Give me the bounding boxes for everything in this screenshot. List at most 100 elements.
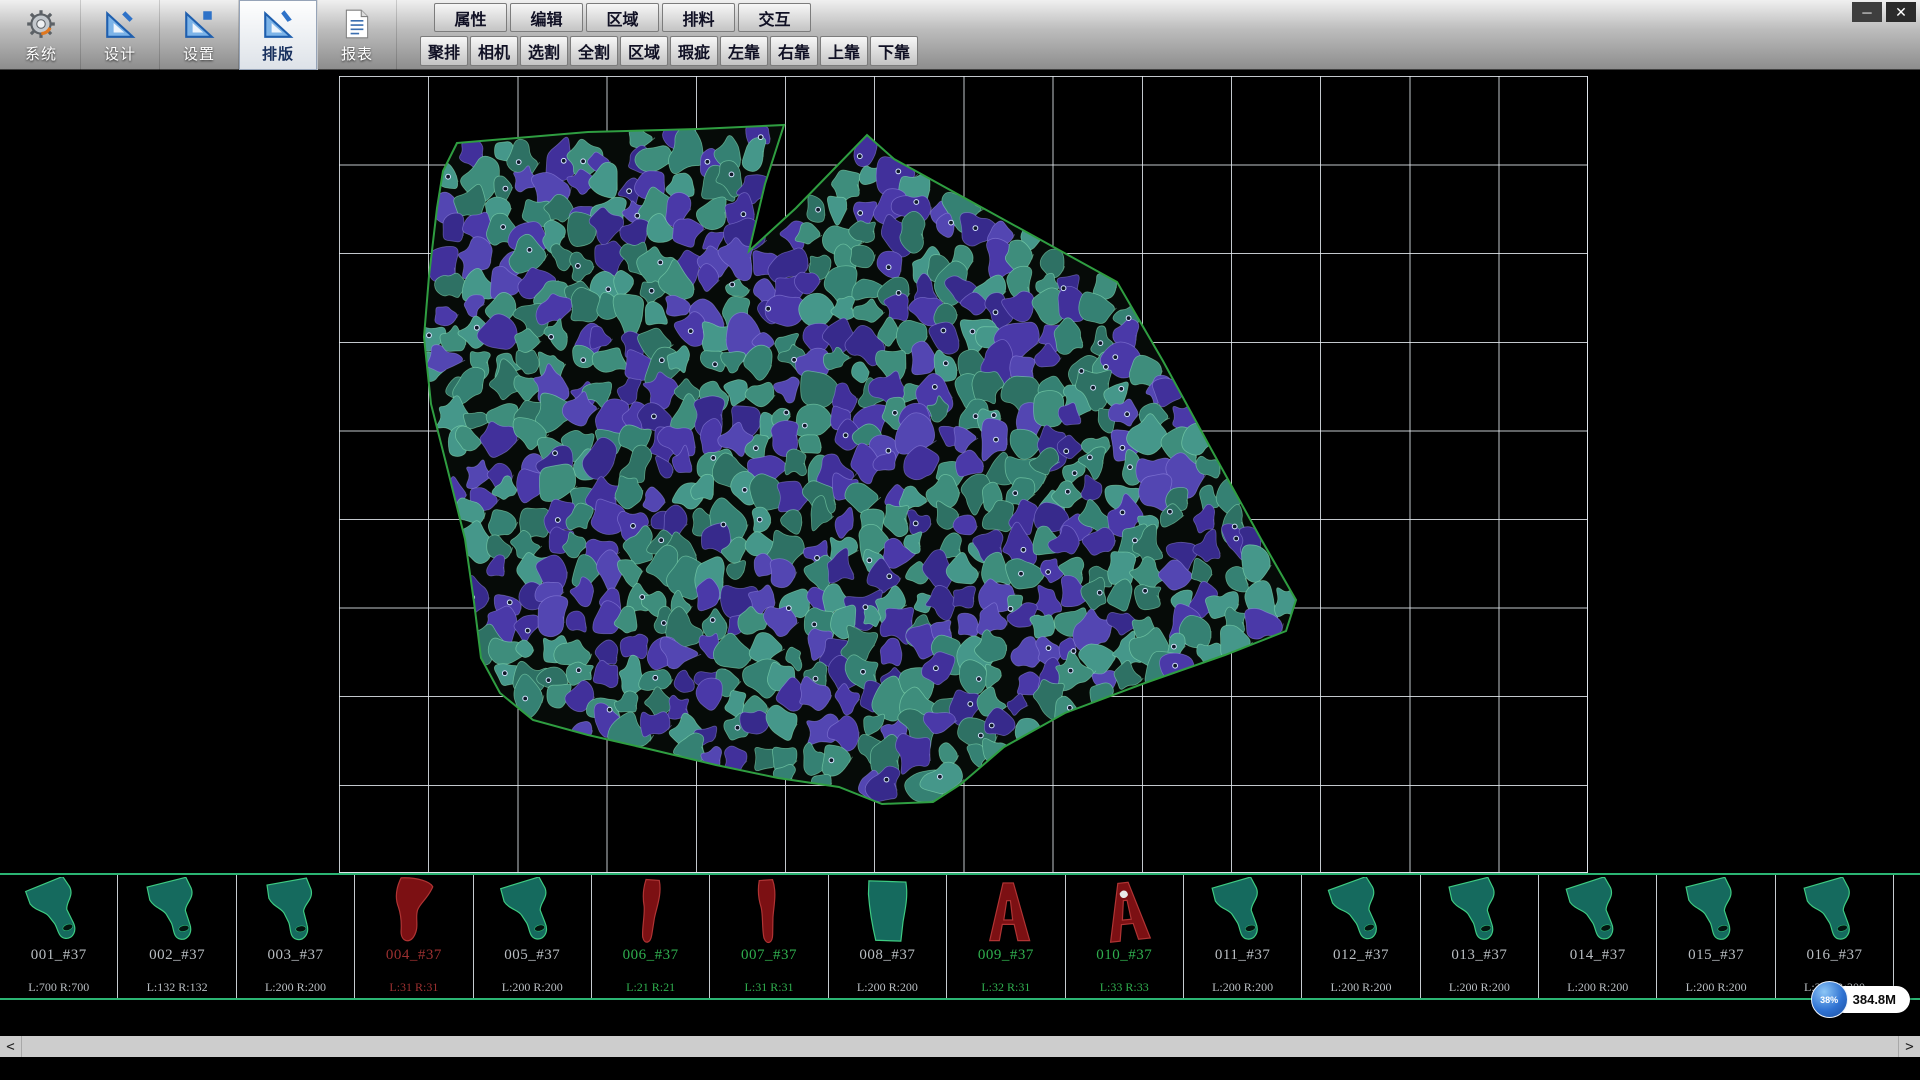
piece-name: 008_#37	[829, 947, 946, 964]
piece-lr-count: L:33 R:33	[1066, 980, 1183, 995]
piece-shape-strip	[721, 877, 817, 951]
piece-name: 004_#37	[355, 947, 472, 964]
action-button-6[interactable]: 左靠	[720, 36, 768, 66]
piece-shape-boot	[1787, 877, 1883, 951]
piece-shape-boot	[1431, 877, 1527, 951]
piece-shape-boot	[1668, 877, 1764, 951]
piece-shape-curve	[366, 877, 462, 951]
scroll-right-arrow-icon[interactable]: >	[1898, 1036, 1920, 1057]
piece-name: 013_#37	[1421, 947, 1538, 964]
toolbar-report-document-button[interactable]: 报表	[318, 0, 397, 70]
minimize-button[interactable]: ─	[1852, 2, 1882, 22]
menu-tab-2[interactable]: 区域	[586, 3, 659, 32]
action-button-8[interactable]: 上靠	[820, 36, 868, 66]
system-gear-icon	[24, 7, 58, 41]
piece-lr-count: L:31 R:31	[710, 980, 827, 995]
piece-name: 016_#37	[1776, 947, 1893, 964]
piece-thumbnail[interactable]: 014_#37 L:200 R:200	[1539, 875, 1657, 998]
piece-lr-count: L:200 R:200	[1302, 980, 1419, 995]
piece-thumbnail[interactable]: 011_#37L:200 R:200	[1184, 875, 1302, 998]
piece-thumbnail[interactable]: 015_#37L:200 R:200	[1657, 875, 1775, 998]
piece-name: 014_#37	[1539, 947, 1656, 964]
design-ruler-icon	[103, 7, 137, 41]
piece-shape-boot	[1195, 877, 1291, 951]
nesting-canvas[interactable]	[0, 71, 1920, 873]
piece-thumbnail[interactable]: 013_#37 L:200 R:200	[1421, 875, 1539, 998]
piece-shape-boot	[1313, 877, 1409, 951]
horizontal-scrollbar[interactable]: < >	[0, 1036, 1920, 1057]
piece-name: 015_#37	[1657, 947, 1774, 964]
action-button-3[interactable]: 全割	[570, 36, 618, 66]
piece-thumbnail[interactable]: 001_#37 L:700 R:700	[0, 875, 118, 998]
piece-thumbnail[interactable]	[1894, 875, 1920, 998]
nesting-ruler-icon	[261, 7, 295, 41]
menu-tabs-row: 属性编辑区域排料交互	[434, 3, 811, 32]
piece-name: 005_#37	[474, 947, 591, 964]
menu-tab-1[interactable]: 编辑	[510, 3, 583, 32]
piece-name: 001_#37	[0, 947, 117, 964]
piece-name: 003_#37	[237, 947, 354, 964]
piece-lr-count: L:132 R:132	[118, 980, 235, 995]
piece-shape-boot	[11, 877, 107, 951]
piece-lr-count: L:200 R:200	[237, 980, 354, 995]
action-button-5[interactable]: 瑕疵	[670, 36, 718, 66]
piece-thumbnail[interactable]: 006_#37L:21 R:21	[592, 875, 710, 998]
piece-shape-a-shape-hole	[1076, 877, 1172, 951]
status-badge-group: 38% 384.8M	[1811, 981, 1910, 1018]
piece-lr-count: L:200 R:200	[1539, 980, 1656, 995]
piece-thumbnail[interactable]: 004_#37 L:31 R:31	[355, 875, 473, 998]
window-controls: ─ ✕	[1852, 2, 1916, 22]
report-document-icon	[340, 7, 374, 41]
menu-tab-3[interactable]: 排料	[662, 3, 735, 32]
piece-thumbnail[interactable]: 007_#37 L:31 R:31	[710, 875, 828, 998]
piece-name: 012_#37	[1302, 947, 1419, 964]
piece-thumbnail[interactable]: 005_#37 L:200 R:200	[474, 875, 592, 998]
piece-name: 009_#37	[947, 947, 1064, 964]
piece-thumbnail[interactable]: 016_#37L:200 R:200	[1776, 875, 1894, 998]
piece-thumbnail[interactable]: 003_#37 L:200 R:200	[237, 875, 355, 998]
action-button-7[interactable]: 右靠	[770, 36, 818, 66]
action-button-9[interactable]: 下靠	[870, 36, 918, 66]
pieces-strip: 001_#37L:700 R:700002_#37L:132 R:132003_…	[0, 873, 1920, 1000]
toolbar-nesting-ruler-button[interactable]: 排版	[239, 0, 318, 70]
toolbar-button-label: 设置	[183, 43, 215, 64]
action-button-4[interactable]: 区域	[620, 36, 668, 66]
piece-shape-a-shape	[958, 877, 1054, 951]
action-button-0[interactable]: 聚排	[420, 36, 468, 66]
piece-thumbnail[interactable]: 002_#37 L:132 R:132	[118, 875, 236, 998]
settings-ruler-icon	[182, 7, 216, 41]
piece-lr-count: L:700 R:700	[0, 980, 117, 995]
piece-thumbnail[interactable]: 012_#37 L:200 R:200	[1302, 875, 1420, 998]
piece-name: 010_#37	[1066, 947, 1183, 964]
piece-name: 002_#37	[118, 947, 235, 964]
menu-tab-4[interactable]: 交互	[738, 3, 811, 32]
action-button-2[interactable]: 选割	[520, 36, 568, 66]
toolbar-button-label: 排版	[262, 43, 294, 64]
menu-tab-0[interactable]: 属性	[434, 3, 507, 32]
piece-shape-boot	[484, 877, 580, 951]
piece-lr-count: L:31 R:31	[355, 980, 472, 995]
leather-hide-nest[interactable]	[0, 71, 1920, 873]
close-button[interactable]: ✕	[1886, 2, 1916, 22]
piece-thumbnail[interactable]: 009_#37 L:32 R:31	[947, 875, 1065, 998]
piece-lr-count: L:32 R:31	[947, 980, 1064, 995]
piece-shape-strip	[603, 877, 699, 951]
piece-name: 007_#37	[710, 947, 827, 964]
toolbar-button-label: 系统	[25, 43, 57, 64]
piece-thumbnail[interactable]: 010_#37 L:33 R:33	[1066, 875, 1184, 998]
app-window: 系统设计设置排版报表 属性编辑区域排料交互 聚排相机选割全割区域瑕疵左靠右靠上靠…	[0, 0, 1920, 1080]
piece-lr-count: L:21 R:21	[592, 980, 709, 995]
toolbar-settings-ruler-button[interactable]: 设置	[160, 0, 239, 70]
piece-shape-boot	[129, 877, 225, 951]
piece-lr-count: L:200 R:200	[829, 980, 946, 995]
main-toolbar: 系统 设计设置 排版 报表	[2, 0, 397, 70]
action-button-1[interactable]: 相机	[470, 36, 518, 66]
scroll-left-arrow-icon[interactable]: <	[0, 1036, 22, 1057]
toolbar-design-ruler-button[interactable]: 设计	[81, 0, 160, 70]
piece-lr-count: L:200 R:200	[1421, 980, 1538, 995]
piece-lr-count: L:200 R:200	[1184, 980, 1301, 995]
piece-shape-boot	[1905, 877, 1920, 951]
toolbar-system-gear-button[interactable]: 系统	[2, 0, 81, 70]
piece-lr-count: L:200 R:200	[474, 980, 591, 995]
piece-thumbnail[interactable]: 008_#37 L:200 R:200	[829, 875, 947, 998]
